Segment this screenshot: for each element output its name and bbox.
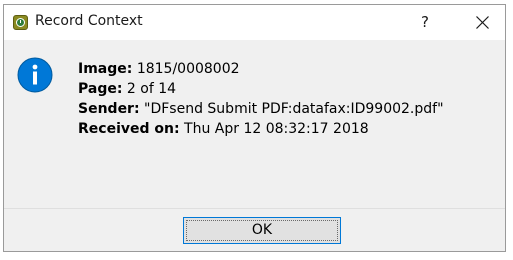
received-row: Received on: Thu Apr 12 08:32:17 2018 xyxy=(78,119,444,139)
close-icon xyxy=(476,16,489,29)
page-value: 2 of 14 xyxy=(126,81,177,97)
info-icon xyxy=(17,57,53,93)
sender-row: Sender: "DFsend Submit PDF:datafax:ID990… xyxy=(78,99,444,119)
window-title: Record Context xyxy=(35,13,143,29)
image-value: 1815/0008002 xyxy=(136,61,240,77)
footer-divider xyxy=(4,208,505,209)
help-button[interactable]: ? xyxy=(405,5,445,40)
image-label: Image: xyxy=(78,61,133,77)
received-label: Received on: xyxy=(78,121,180,137)
record-details: Image: 1815/0008002 Page: 2 of 14 Sender… xyxy=(78,59,444,139)
ok-button-label: OK xyxy=(251,222,273,238)
ok-button[interactable]: OK xyxy=(183,217,341,244)
page-label: Page: xyxy=(78,81,123,97)
sender-value: "DFsend Submit PDF:datafax:ID99002.pdf" xyxy=(144,101,444,117)
image-row: Image: 1815/0008002 xyxy=(78,59,444,79)
sender-label: Sender: xyxy=(78,101,140,117)
received-value: Thu Apr 12 08:32:17 2018 xyxy=(184,121,369,137)
clock-app-icon xyxy=(13,15,28,30)
record-context-dialog: Record Context ? Image: 1815/0008002 Pag… xyxy=(3,4,506,252)
close-button[interactable] xyxy=(459,5,505,40)
page-row: Page: 2 of 14 xyxy=(78,79,444,99)
title-bar[interactable]: Record Context ? xyxy=(4,5,505,40)
